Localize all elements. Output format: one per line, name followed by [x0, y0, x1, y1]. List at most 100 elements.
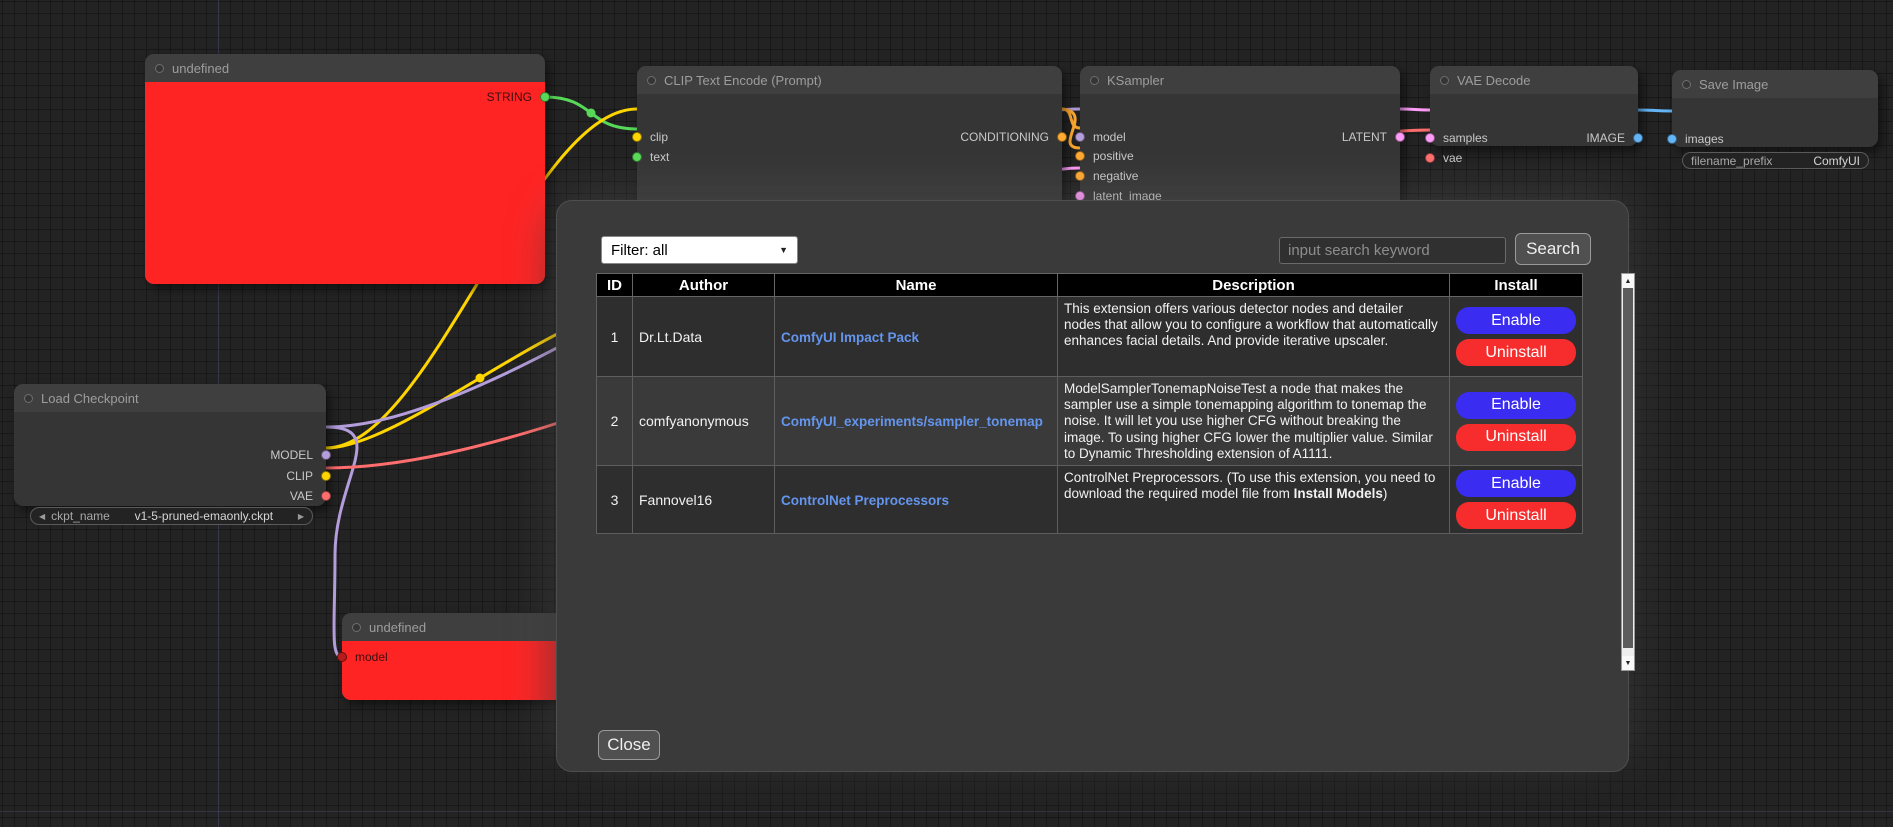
input-label: images — [1685, 132, 1724, 146]
ckpt-name-widget[interactable]: ◀ ckpt_name v1-5-pruned-emaonly.ckpt ▶ — [30, 507, 313, 525]
scrollbar-thumb[interactable] — [1623, 288, 1633, 648]
output-slot-image[interactable] — [1633, 133, 1643, 143]
node-header[interactable]: Save Image — [1672, 70, 1878, 98]
enable-button[interactable]: Enable — [1456, 470, 1576, 497]
enable-button[interactable]: Enable — [1456, 392, 1576, 419]
output-slot-conditioning[interactable] — [1057, 132, 1067, 142]
ext-name-link[interactable]: ComfyUI Impact Pack — [781, 330, 919, 345]
collapse-dot-icon[interactable] — [1090, 76, 1099, 85]
input-label: model — [355, 650, 388, 664]
input-slot-vae[interactable] — [1425, 153, 1435, 163]
wire-cond-to-negative — [1062, 109, 1080, 148]
table-header-row: ID Author Name Description Install — [597, 274, 1583, 297]
ext-id: 1 — [597, 297, 633, 377]
node-save-image[interactable]: Save Image images filename_prefix ComfyU… — [1672, 70, 1878, 147]
collapse-dot-icon[interactable] — [1682, 80, 1691, 89]
collapse-dot-icon[interactable] — [1440, 76, 1449, 85]
input-slot-negative[interactable] — [1075, 171, 1085, 181]
wire-image-to-images — [1638, 110, 1672, 111]
ext-description: ControlNet Preprocessors. (To use this e… — [1058, 466, 1450, 534]
input-label: positive — [1093, 149, 1134, 163]
extension-table: ID Author Name Description Install 1 Dr.… — [596, 273, 1583, 534]
output-slot-model[interactable] — [321, 450, 331, 460]
uninstall-button[interactable]: Uninstall — [1456, 339, 1576, 366]
node-undefined-top[interactable]: undefined STRING — [145, 54, 545, 284]
next-arrow-icon[interactable]: ▶ — [298, 512, 304, 521]
uninstall-button[interactable]: Uninstall — [1456, 502, 1576, 529]
input-slot-images[interactable] — [1667, 134, 1677, 144]
input-slot-text[interactable] — [632, 152, 642, 162]
input-slot-model[interactable] — [1075, 132, 1085, 142]
ext-name-link[interactable]: ComfyUI_experiments/sampler_tonemap — [781, 414, 1043, 429]
output-label: STRING — [487, 90, 532, 104]
node-undefined-bottom[interactable]: undefined model — [342, 613, 566, 700]
node-header[interactable]: Load Checkpoint — [14, 384, 326, 412]
collapse-dot-icon[interactable] — [647, 76, 656, 85]
enable-button[interactable]: Enable — [1456, 307, 1576, 334]
search-button[interactable]: Search — [1515, 233, 1591, 265]
input-slot-model[interactable] — [337, 652, 347, 662]
node-title: undefined — [369, 620, 426, 635]
node-header[interactable]: KSampler — [1080, 66, 1400, 94]
input-label: negative — [1093, 169, 1138, 183]
extension-list: ID Author Name Description Install 1 Dr.… — [596, 273, 1596, 671]
output-slot-clip[interactable] — [321, 471, 331, 481]
widget-value: ComfyUI — [1813, 154, 1860, 168]
input-slot-positive[interactable] — [1075, 151, 1085, 161]
input-label: vae — [1443, 151, 1462, 165]
prev-arrow-icon[interactable]: ◀ — [39, 512, 45, 521]
wire-cond-to-positive — [1062, 109, 1080, 128]
ext-description: ModelSamplerTonemapNoiseTest a node that… — [1058, 377, 1450, 466]
ext-id: 2 — [597, 377, 633, 466]
node-title: CLIP Text Encode (Prompt) — [664, 73, 822, 88]
node-title: undefined — [172, 61, 229, 76]
input-slot-samples[interactable] — [1425, 133, 1435, 143]
node-vae-decode[interactable]: VAE Decode samples IMAGE vae — [1430, 66, 1638, 146]
ext-name-link[interactable]: ControlNet Preprocessors — [781, 493, 949, 508]
collapse-dot-icon[interactable] — [352, 623, 361, 632]
output-label: CLIP — [286, 469, 313, 483]
output-label: LATENT — [1342, 130, 1387, 144]
input-slot-clip[interactable] — [632, 132, 642, 142]
node-header[interactable]: undefined — [342, 613, 566, 641]
node-header[interactable]: undefined — [145, 54, 545, 82]
output-label: MODEL — [270, 448, 313, 462]
column-header-install: Install — [1450, 274, 1583, 297]
node-title: KSampler — [1107, 73, 1164, 88]
table-row: 3 Fannovel16 ControlNet Preprocessors Co… — [597, 466, 1583, 534]
node-load-checkpoint[interactable]: Load Checkpoint MODEL CLIP VAE ◀ ckpt_na… — [14, 384, 326, 506]
output-slot-vae[interactable] — [321, 491, 331, 501]
output-label: CONDITIONING — [960, 130, 1049, 144]
output-label: VAE — [290, 489, 313, 503]
input-label: samples — [1443, 131, 1488, 145]
node-header[interactable]: CLIP Text Encode (Prompt) — [637, 66, 1062, 94]
link-dot-yellow — [476, 374, 485, 383]
widget-value: v1-5-pruned-emaonly.ckpt — [116, 509, 292, 523]
link-dot-green — [587, 109, 596, 118]
node-header[interactable]: VAE Decode — [1430, 66, 1638, 94]
wire-string-to-text — [545, 97, 637, 129]
output-slot-latent[interactable] — [1395, 132, 1405, 142]
uninstall-button[interactable]: Uninstall — [1456, 424, 1576, 451]
node-ksampler[interactable]: KSampler model LATENT positive negative … — [1080, 66, 1400, 216]
extension-manager-dialog: Filter: all ▼ Search ID Author Name Desc… — [556, 200, 1629, 772]
widget-label: filename_prefix — [1691, 154, 1772, 168]
graph-canvas[interactable]: undefined STRING CLIP Text Encode (Promp… — [0, 0, 1893, 827]
output-slot-string[interactable] — [540, 92, 550, 102]
filter-dropdown[interactable]: Filter: all ▼ — [601, 236, 798, 264]
list-scrollbar[interactable]: ▲ ▼ — [1621, 273, 1635, 671]
input-label: clip — [650, 130, 668, 144]
column-header-name: Name — [775, 274, 1058, 297]
column-header-author: Author — [633, 274, 775, 297]
wire-latent-to-samples — [1400, 109, 1430, 110]
ext-author: Fannovel16 — [633, 466, 775, 534]
ext-description: This extension offers various detector n… — [1058, 297, 1450, 377]
ext-author: comfyanonymous — [633, 377, 775, 466]
filename-prefix-widget[interactable]: filename_prefix ComfyUI — [1682, 152, 1869, 169]
collapse-dot-icon[interactable] — [24, 394, 33, 403]
collapse-dot-icon[interactable] — [155, 64, 164, 73]
scroll-down-icon[interactable]: ▼ — [1622, 656, 1634, 670]
search-input[interactable] — [1279, 237, 1506, 264]
close-button[interactable]: Close — [598, 730, 660, 760]
scroll-up-icon[interactable]: ▲ — [1622, 274, 1634, 288]
